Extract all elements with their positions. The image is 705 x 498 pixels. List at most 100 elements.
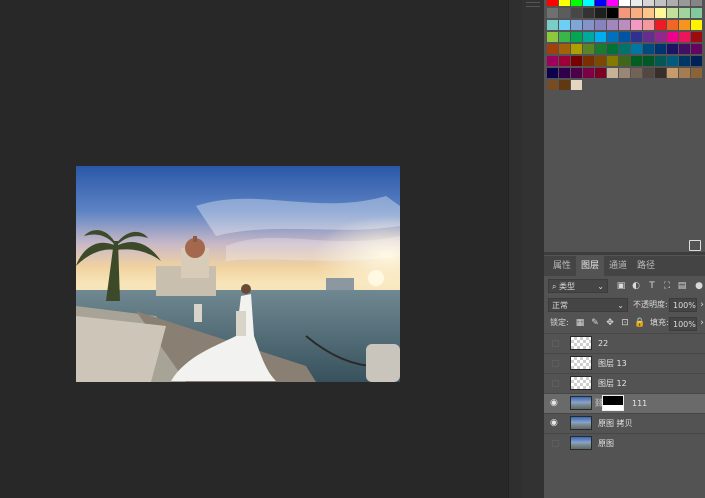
color-swatch[interactable]: [631, 68, 642, 78]
visibility-toggle-empty[interactable]: [552, 340, 559, 347]
opacity-dropdown-icon[interactable]: ›: [696, 298, 705, 312]
color-swatch[interactable]: [691, 20, 702, 30]
color-swatch[interactable]: [667, 32, 678, 42]
color-swatch[interactable]: [619, 8, 630, 18]
color-swatch[interactable]: [667, 56, 678, 66]
color-swatch[interactable]: [595, 8, 606, 18]
color-swatch[interactable]: [655, 68, 666, 78]
color-swatch[interactable]: [643, 56, 654, 66]
color-swatch[interactable]: [607, 68, 618, 78]
visibility-toggle-empty[interactable]: [552, 360, 559, 367]
lock-position-icon[interactable]: ✥: [604, 316, 616, 330]
blend-mode-select[interactable]: 正常 ⌄: [548, 298, 628, 312]
color-swatch[interactable]: [643, 68, 654, 78]
color-swatch[interactable]: [679, 20, 690, 30]
color-swatch[interactable]: [619, 44, 630, 54]
color-swatch[interactable]: [667, 20, 678, 30]
panel-grip[interactable]: [526, 2, 540, 7]
document-canvas[interactable]: [0, 0, 508, 498]
color-swatch[interactable]: [547, 0, 558, 6]
tab-channels[interactable]: 通道: [604, 256, 632, 276]
color-swatch[interactable]: [619, 56, 630, 66]
color-swatch[interactable]: [559, 20, 570, 30]
color-swatch[interactable]: [655, 32, 666, 42]
color-swatch[interactable]: [667, 0, 678, 6]
color-swatch[interactable]: [559, 32, 570, 42]
color-swatch[interactable]: [547, 56, 558, 66]
color-swatch[interactable]: [583, 20, 594, 30]
color-swatch[interactable]: [631, 8, 642, 18]
color-swatch[interactable]: [655, 0, 666, 6]
layer-row[interactable]: 22: [544, 333, 705, 353]
color-swatch[interactable]: [559, 68, 570, 78]
color-swatch[interactable]: [559, 8, 570, 18]
color-swatch[interactable]: [643, 44, 654, 54]
color-swatch[interactable]: [667, 68, 678, 78]
visibility-toggle-empty[interactable]: [552, 380, 559, 387]
color-swatch[interactable]: [559, 44, 570, 54]
color-swatch[interactable]: [547, 20, 558, 30]
shape-filter-icon[interactable]: ⛶: [661, 279, 673, 293]
layer-row-selected[interactable]: ◉ ⛓ 111: [544, 393, 705, 413]
color-swatch[interactable]: [631, 20, 642, 30]
color-swatch[interactable]: [607, 56, 618, 66]
color-swatch[interactable]: [571, 56, 582, 66]
smart-object-filter-icon[interactable]: ▤: [676, 279, 688, 293]
color-swatch[interactable]: [583, 68, 594, 78]
tab-properties[interactable]: 属性: [548, 256, 576, 276]
color-swatch[interactable]: [619, 32, 630, 42]
color-swatch[interactable]: [571, 32, 582, 42]
color-swatch[interactable]: [595, 56, 606, 66]
color-swatch[interactable]: [679, 0, 690, 6]
color-swatch[interactable]: [583, 56, 594, 66]
color-swatch[interactable]: [559, 0, 570, 6]
color-swatch[interactable]: [595, 32, 606, 42]
eye-icon[interactable]: ◉: [550, 397, 558, 409]
color-swatch[interactable]: [643, 20, 654, 30]
image-filter-icon[interactable]: ▣: [615, 279, 627, 293]
opacity-input[interactable]: 100%: [669, 298, 697, 312]
color-swatch[interactable]: [571, 0, 582, 6]
lock-transparent-icon[interactable]: ▦: [574, 316, 586, 330]
color-swatch[interactable]: [547, 80, 558, 90]
color-swatch[interactable]: [643, 8, 654, 18]
new-swatch-icon[interactable]: [689, 240, 701, 251]
filter-toggle-icon[interactable]: ●: [693, 279, 705, 293]
color-swatch[interactable]: [547, 32, 558, 42]
color-swatch[interactable]: [583, 44, 594, 54]
color-swatch[interactable]: [607, 8, 618, 18]
color-swatch[interactable]: [631, 56, 642, 66]
color-swatch[interactable]: [679, 32, 690, 42]
color-swatch[interactable]: [571, 68, 582, 78]
color-swatch[interactable]: [583, 8, 594, 18]
color-swatch[interactable]: [595, 44, 606, 54]
color-swatch[interactable]: [691, 68, 702, 78]
color-swatch[interactable]: [667, 44, 678, 54]
color-swatch[interactable]: [559, 80, 570, 90]
color-swatch[interactable]: [631, 32, 642, 42]
color-swatch[interactable]: [607, 44, 618, 54]
fill-dropdown-icon[interactable]: ›: [696, 316, 705, 330]
layer-mask-thumbnail[interactable]: [602, 395, 624, 411]
color-swatch[interactable]: [559, 56, 570, 66]
color-swatch[interactable]: [571, 8, 582, 18]
eye-icon[interactable]: ◉: [550, 417, 558, 429]
color-swatch[interactable]: [679, 68, 690, 78]
lock-all-icon[interactable]: 🔒: [634, 316, 646, 330]
tab-paths[interactable]: 路径: [632, 256, 660, 276]
color-swatch[interactable]: [655, 20, 666, 30]
color-swatch[interactable]: [631, 44, 642, 54]
fill-input[interactable]: 100%: [669, 317, 697, 331]
collapsed-panel-strip[interactable]: [522, 0, 545, 498]
color-swatch[interactable]: [691, 0, 702, 6]
color-swatch[interactable]: [571, 44, 582, 54]
color-swatch[interactable]: [643, 0, 654, 6]
color-swatch[interactable]: [607, 32, 618, 42]
text-filter-icon[interactable]: T: [646, 279, 658, 293]
color-swatch[interactable]: [607, 20, 618, 30]
color-swatch[interactable]: [583, 0, 594, 6]
color-swatch[interactable]: [631, 0, 642, 6]
color-swatch[interactable]: [643, 32, 654, 42]
layer-filter-select[interactable]: ⌕ 类型 ⌄: [548, 279, 608, 293]
tab-layers[interactable]: 图层: [576, 256, 604, 276]
